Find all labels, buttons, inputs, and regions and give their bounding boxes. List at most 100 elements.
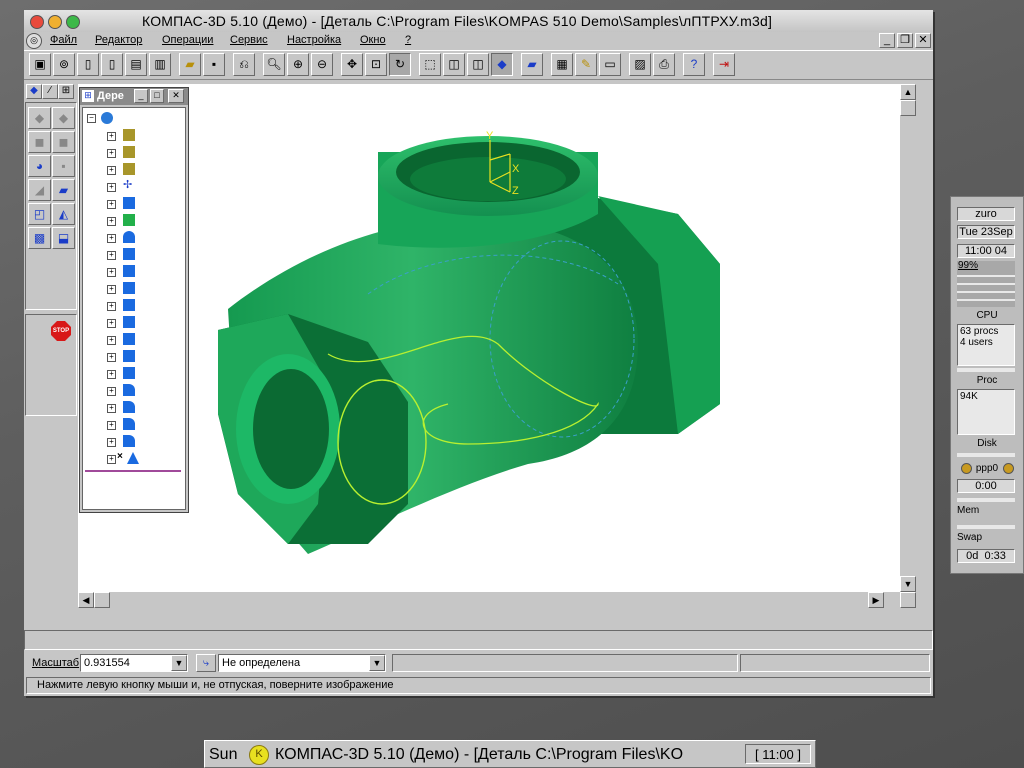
zoom-in-icon[interactable]: ⊕ <box>287 53 309 76</box>
tree-item[interactable]: + <box>83 161 183 178</box>
kompas-app-icon[interactable]: K <box>249 745 269 765</box>
tree-item[interactable]: + <box>83 416 183 433</box>
save-icon[interactable]: ▪ <box>203 53 225 76</box>
tree-root[interactable]: − <box>83 110 183 127</box>
model-render[interactable]: X Z Y <box>78 84 900 592</box>
tree-close-button[interactable]: ✕ <box>168 89 184 103</box>
fillet-icon[interactable]: ◰ <box>28 203 51 225</box>
cut-loft-icon[interactable]: ◢ <box>28 179 51 201</box>
exit-icon[interactable]: ⇥ <box>713 53 735 76</box>
sweep-icon[interactable]: ◼ <box>52 131 75 153</box>
cut-revolve-icon[interactable]: ▪ <box>52 155 75 177</box>
tree-item[interactable]: + <box>83 212 183 229</box>
new-text-doc-icon[interactable]: ▤ <box>125 53 147 76</box>
app-menu-icon[interactable]: ◎ <box>26 33 42 49</box>
pan-icon[interactable]: ✥ <box>341 53 363 76</box>
new-document-icon[interactable]: ▣ <box>29 53 51 76</box>
zoom-fit-icon[interactable]: ⊡ <box>365 53 387 76</box>
tree-item[interactable]: + <box>83 246 183 263</box>
revolve-icon[interactable]: ◆ <box>52 107 75 129</box>
zoom-icon[interactable]: 🔍︎ <box>263 53 285 76</box>
loft-icon[interactable]: ◼ <box>28 131 51 153</box>
rib-icon[interactable]: ⬓ <box>52 227 75 249</box>
shaded-icon[interactable]: ◆ <box>491 53 513 76</box>
title-bar[interactable]: КОМПАС-3D 5.10 (Демо) - [Деталь C:\Progr… <box>24 10 933 33</box>
zoom-out-icon[interactable]: ⊖ <box>311 53 333 76</box>
print-icon[interactable]: ⎙ <box>653 53 675 76</box>
thin-hidden-icon[interactable]: ◫ <box>467 53 489 76</box>
chevron-down-icon[interactable]: ▼ <box>171 655 187 671</box>
library-icon[interactable]: ▭ <box>599 53 621 76</box>
hidden-lines-icon[interactable]: ◫ <box>443 53 465 76</box>
scroll-up-icon[interactable]: ▲ <box>900 84 916 100</box>
print-preview-icon[interactable]: ▨ <box>629 53 651 76</box>
calculator-icon[interactable]: ▦ <box>551 53 573 76</box>
minimize-window-button[interactable] <box>48 15 62 29</box>
new-part-icon[interactable]: ⊚ <box>53 53 75 76</box>
tree-minimize-button[interactable]: _ <box>134 89 148 103</box>
horizontal-scroll-thumb[interactable] <box>94 592 110 608</box>
chevron-down-icon[interactable]: ▼ <box>369 655 385 671</box>
help-pointer-icon[interactable]: ? <box>683 53 705 76</box>
menu-window[interactable]: Окно <box>360 34 386 46</box>
model-viewport[interactable]: X Z Y <box>78 84 900 592</box>
tree-item[interactable]: + <box>83 382 183 399</box>
menu-service[interactable]: Сервис <box>230 34 268 46</box>
orientation-axes-icon[interactable]: ⤷ <box>196 654 216 672</box>
tree-item[interactable]: + <box>83 280 183 297</box>
shell-icon[interactable]: ▩ <box>28 227 51 249</box>
perspective-icon[interactable]: ▰ <box>521 53 543 76</box>
tree-item[interactable]: + <box>83 127 183 144</box>
tree-view[interactable]: − + + + + ✢ + + + + + + + + + + + + + + +… <box>82 107 186 510</box>
horizontal-scrollbar[interactable]: ◀ ▶ <box>78 592 900 608</box>
extrude-icon[interactable]: ◆ <box>28 107 51 129</box>
tree-maximize-button[interactable]: □ <box>150 89 164 103</box>
scroll-right-icon[interactable]: ▶ <box>868 592 884 608</box>
taskbar-task[interactable]: КОМПАС-3D 5.10 (Демо) - [Деталь C:\Progr… <box>275 746 683 764</box>
tree-item[interactable]: + <box>83 229 183 246</box>
scroll-down-icon[interactable]: ▼ <box>900 576 916 592</box>
tree-item[interactable]: + × <box>83 450 183 467</box>
close-window-button[interactable] <box>30 15 44 29</box>
menu-operations[interactable]: Операции <box>162 34 213 46</box>
tree-item[interactable]: + <box>83 144 183 161</box>
tree-item[interactable]: + <box>83 433 183 450</box>
mdi-minimize-button[interactable]: _ <box>879 33 895 48</box>
panel-tab-sketch-icon[interactable]: ∕ <box>42 84 58 99</box>
new-sheet-icon[interactable]: ▯ <box>77 53 99 76</box>
panel-tab-edit-icon[interactable]: ◆ <box>26 84 42 99</box>
scale-input[interactable]: 0.931554 ▼ <box>80 654 188 672</box>
menu-edit[interactable]: Редактор <box>95 34 142 46</box>
tree-title-bar[interactable]: ⊞ Дере _ □ ✕ <box>80 88 188 105</box>
vertical-scrollbar[interactable]: ▲ ▼ <box>900 84 916 592</box>
tree-item[interactable]: + ✢ <box>83 178 183 195</box>
cut-sweep-icon[interactable]: ▰ <box>52 179 75 201</box>
maximize-window-button[interactable] <box>66 15 80 29</box>
mdi-restore-button[interactable]: ❐ <box>897 33 913 48</box>
tree-item[interactable]: + <box>83 331 183 348</box>
tree-item[interactable]: + <box>83 263 183 280</box>
open-folder-icon[interactable]: ▰ <box>179 53 201 76</box>
tree-item[interactable]: + <box>83 348 183 365</box>
new-spec-icon[interactable]: ▥ <box>149 53 171 76</box>
properties-icon[interactable]: ⎌ <box>233 53 255 76</box>
menu-file[interactable]: Файл <box>50 34 77 46</box>
tree-item[interactable]: + <box>83 297 183 314</box>
cut-extrude-icon[interactable]: ◕ <box>28 155 51 177</box>
panel-tab-tree-icon[interactable]: ⊞ <box>58 84 74 99</box>
vertical-scroll-thumb[interactable] <box>900 100 916 116</box>
chamfer-icon[interactable]: ◭ <box>52 203 75 225</box>
new-fragment-icon[interactable]: ▯ <box>101 53 123 76</box>
orientation-select[interactable]: Не определена ▼ <box>218 654 386 672</box>
scroll-left-icon[interactable]: ◀ <box>78 592 94 608</box>
tree-item[interactable]: + <box>83 195 183 212</box>
measure-icon[interactable]: ✎ <box>575 53 597 76</box>
menu-settings[interactable]: Настройка <box>287 34 341 46</box>
tree-item[interactable]: + <box>83 314 183 331</box>
tree-item[interactable]: + <box>83 365 183 382</box>
rotate-icon[interactable]: ↻ <box>389 53 411 76</box>
mdi-close-button[interactable]: ✕ <box>915 33 931 48</box>
stop-icon[interactable]: STOP <box>51 321 71 341</box>
tree-item[interactable]: + <box>83 399 183 416</box>
menu-help[interactable]: ? <box>405 34 411 46</box>
